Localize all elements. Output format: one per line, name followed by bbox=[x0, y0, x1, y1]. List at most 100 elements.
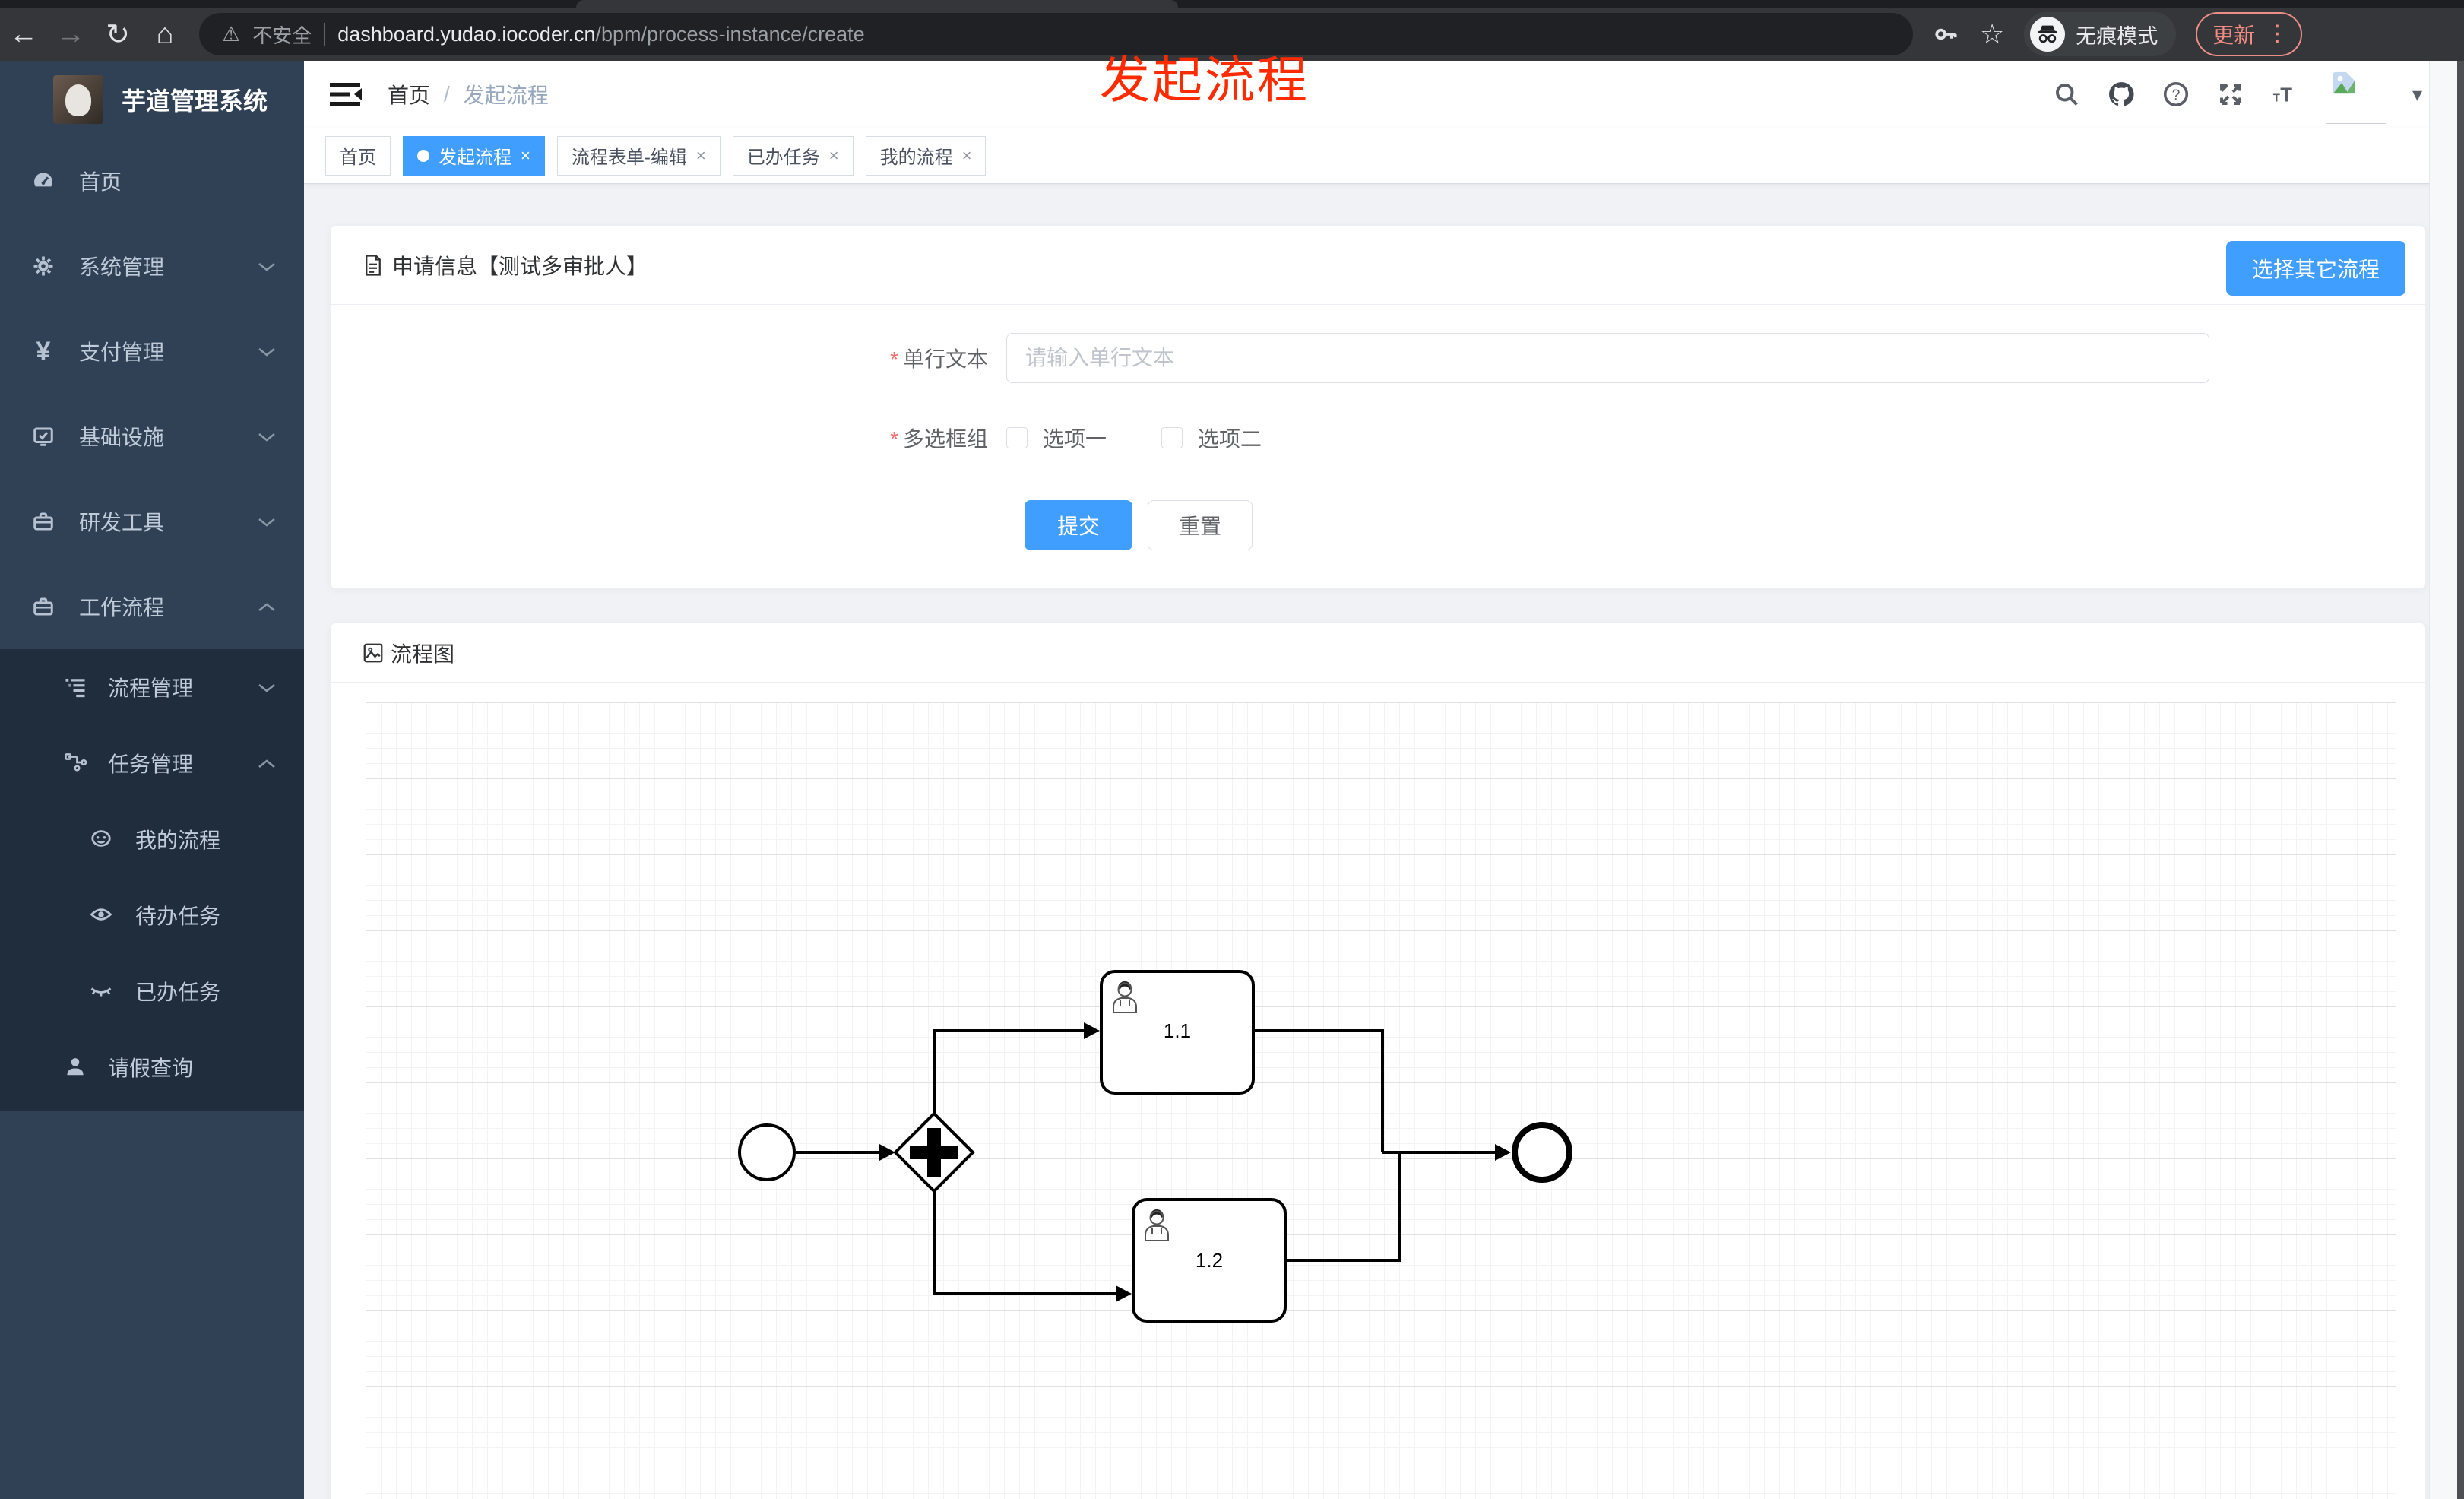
tag-home[interactable]: 首页 bbox=[325, 135, 391, 176]
browser-tabstrip bbox=[0, 0, 2464, 8]
reset-button[interactable]: 重置 bbox=[1148, 500, 1253, 550]
workflow-submenu: 流程管理 任务管理 我的流程 待办任务 已办任务 请假查询 bbox=[0, 649, 304, 1111]
face-icon bbox=[90, 827, 114, 851]
incognito-icon bbox=[2030, 17, 2066, 52]
svg-text:T: T bbox=[2280, 85, 2292, 106]
close-icon[interactable]: × bbox=[521, 146, 530, 166]
tag-form-edit[interactable]: 流程表单-编辑 × bbox=[556, 135, 721, 176]
sidebar-item-label: 请假查询 bbox=[108, 1057, 194, 1080]
sidebar-item-home[interactable]: 首页 bbox=[0, 138, 304, 223]
bpmn-arrowhead bbox=[1084, 1022, 1100, 1039]
checkbox-label: 选项二 bbox=[1198, 427, 1262, 451]
apply-info-card: 申请信息【测试多审批人】 选择其它流程 *单行文本 *多选框组 选项一 bbox=[330, 225, 2426, 589]
browser-active-tab[interactable] bbox=[576, 0, 1178, 8]
sidebar-item-workflow[interactable]: 工作流程 bbox=[0, 564, 304, 649]
briefcase-icon bbox=[30, 509, 56, 534]
chevron-up-icon bbox=[257, 594, 277, 619]
app-logo[interactable]: 芋道管理系统 bbox=[0, 61, 304, 138]
checkbox-icon[interactable] bbox=[1161, 427, 1183, 448]
tag-done-tasks[interactable]: 已办任务 × bbox=[732, 135, 854, 176]
bpmn-canvas[interactable]: 1.1 1.2 bbox=[366, 702, 2396, 1499]
page-scrollbar-track[interactable] bbox=[2429, 61, 2457, 1499]
sidebar-item-process-mgmt[interactable]: 流程管理 bbox=[0, 649, 304, 725]
sidebar-item-label: 支付管理 bbox=[79, 341, 165, 364]
briefcase-icon bbox=[30, 594, 56, 620]
tag-label: 我的流程 bbox=[879, 147, 953, 168]
chrome-update-button[interactable]: 更新 ⋮ bbox=[2196, 12, 2303, 56]
flow-nodes-icon bbox=[64, 751, 88, 775]
active-tag-dot bbox=[417, 149, 429, 162]
bpmn-flow-line bbox=[933, 1191, 1117, 1295]
sidebar-collapse-icon[interactable] bbox=[330, 78, 363, 111]
checkbox-option-1[interactable]: 选项一 bbox=[1006, 423, 1107, 453]
card-title: 流程图 bbox=[391, 642, 455, 666]
bpmn-end-event[interactable] bbox=[1512, 1122, 1572, 1183]
password-key-icon[interactable] bbox=[1931, 20, 1960, 49]
font-size-icon[interactable]: TT bbox=[2271, 80, 2300, 109]
sidebar-item-done-tasks[interactable]: 已办任务 bbox=[0, 953, 304, 1029]
required-asterisk: * bbox=[890, 427, 898, 451]
tag-label: 流程表单-编辑 bbox=[571, 147, 687, 168]
window-scrollbar[interactable] bbox=[2457, 61, 2464, 1499]
bpmn-arrowhead bbox=[1116, 1285, 1132, 1302]
url-path: /bpm/process-instance/create bbox=[595, 22, 865, 46]
back-icon[interactable]: ← bbox=[0, 18, 47, 51]
sidebar: 芋道管理系统 首页 系统管理 ¥ 支付管理 基础设施 研发工具 工作流程 流程管… bbox=[0, 61, 304, 1499]
sidebar-item-infra[interactable]: 基础设施 bbox=[0, 394, 304, 479]
chrome-menu-icon[interactable]: ⋮ bbox=[2266, 23, 2288, 46]
sidebar-item-label: 我的流程 bbox=[135, 829, 221, 852]
bpmn-flow-line bbox=[1285, 1152, 1401, 1262]
close-icon[interactable]: × bbox=[829, 146, 839, 166]
search-icon[interactable] bbox=[2052, 80, 2081, 109]
annotation-title: 发起流程 bbox=[1100, 52, 1310, 108]
home-icon[interactable]: ⌂ bbox=[141, 18, 188, 51]
card-title: 申请信息【测试多审批人】 bbox=[392, 254, 648, 278]
field-label: * 单行文本 bbox=[890, 347, 988, 371]
broken-image-icon bbox=[2333, 71, 2355, 94]
bpmn-start-event[interactable] bbox=[738, 1123, 796, 1181]
incognito-label: 无痕模式 bbox=[2076, 24, 2158, 48]
gear-icon bbox=[30, 253, 56, 279]
breadcrumb-separator: / bbox=[444, 82, 450, 106]
forward-icon[interactable]: → bbox=[47, 18, 94, 51]
tag-my-process[interactable]: 我的流程 × bbox=[865, 135, 987, 176]
field-label: * 多选框组 bbox=[890, 427, 988, 451]
sidebar-item-my-process[interactable]: 我的流程 bbox=[0, 801, 304, 877]
checkbox-option-2[interactable]: 选项二 bbox=[1161, 423, 1262, 453]
tag-label: 首页 bbox=[340, 147, 376, 168]
avatar[interactable] bbox=[2325, 65, 2386, 124]
sidebar-item-system[interactable]: 系统管理 bbox=[0, 223, 304, 309]
tags-view-bar: 首页 发起流程 × 流程表单-编辑 × 已办任务 × 我的流程 × bbox=[304, 128, 2457, 184]
bookmark-star-icon[interactable]: ☆ bbox=[1980, 18, 2004, 50]
breadcrumb-home[interactable]: 首页 bbox=[388, 79, 430, 109]
main-area: 首页 / 发起流程 ? TT ▾ 首页 发起流程 × 流程表单-编辑 × 已办任… bbox=[304, 61, 2457, 1499]
person-icon bbox=[64, 1055, 88, 1079]
chevron-up-icon bbox=[257, 751, 277, 775]
sidebar-item-label: 首页 bbox=[79, 170, 122, 194]
submit-button[interactable]: 提交 bbox=[1025, 500, 1132, 550]
reload-icon[interactable]: ↻ bbox=[94, 17, 141, 52]
avatar-caret-icon[interactable]: ▾ bbox=[2412, 83, 2422, 106]
sidebar-item-todo-tasks[interactable]: 待办任务 bbox=[0, 877, 304, 953]
not-secure-label[interactable]: 不安全 bbox=[252, 21, 312, 49]
checkbox-icon[interactable] bbox=[1006, 427, 1028, 448]
sidebar-item-devtools[interactable]: 研发工具 bbox=[0, 479, 304, 564]
close-icon[interactable]: × bbox=[696, 146, 706, 166]
bpmn-flow-line bbox=[1253, 1029, 1384, 1152]
fullscreen-icon[interactable] bbox=[2216, 80, 2245, 109]
url-bar[interactable]: ⚠ 不安全 dashboard.yudao.iocoder.cn/bpm/pro… bbox=[199, 13, 1913, 55]
github-icon[interactable] bbox=[2107, 80, 2136, 109]
help-icon[interactable]: ? bbox=[2162, 80, 2190, 109]
close-icon[interactable]: × bbox=[962, 146, 972, 166]
dashboard-icon bbox=[30, 168, 56, 194]
choose-other-process-button[interactable]: 选择其它流程 bbox=[2225, 241, 2405, 296]
sidebar-item-leave-query[interactable]: 请假查询 bbox=[0, 1029, 304, 1105]
text-field-row: * 单行文本 bbox=[331, 333, 2425, 383]
tag-start-process[interactable]: 发起流程 × bbox=[403, 135, 545, 176]
sidebar-item-payment[interactable]: ¥ 支付管理 bbox=[0, 309, 304, 394]
page-content: 申请信息【测试多审批人】 选择其它流程 *单行文本 *多选框组 选项一 bbox=[304, 184, 2457, 1499]
sidebar-item-task-mgmt[interactable]: 任务管理 bbox=[0, 725, 304, 801]
single-line-text-input[interactable] bbox=[1006, 333, 2209, 383]
screenshot-stage: ← → ↻ ⌂ ⚠ 不安全 dashboard.yudao.iocoder.cn… bbox=[0, 0, 2464, 1499]
bpmn-task-label: 1.2 bbox=[1196, 1249, 1223, 1272]
